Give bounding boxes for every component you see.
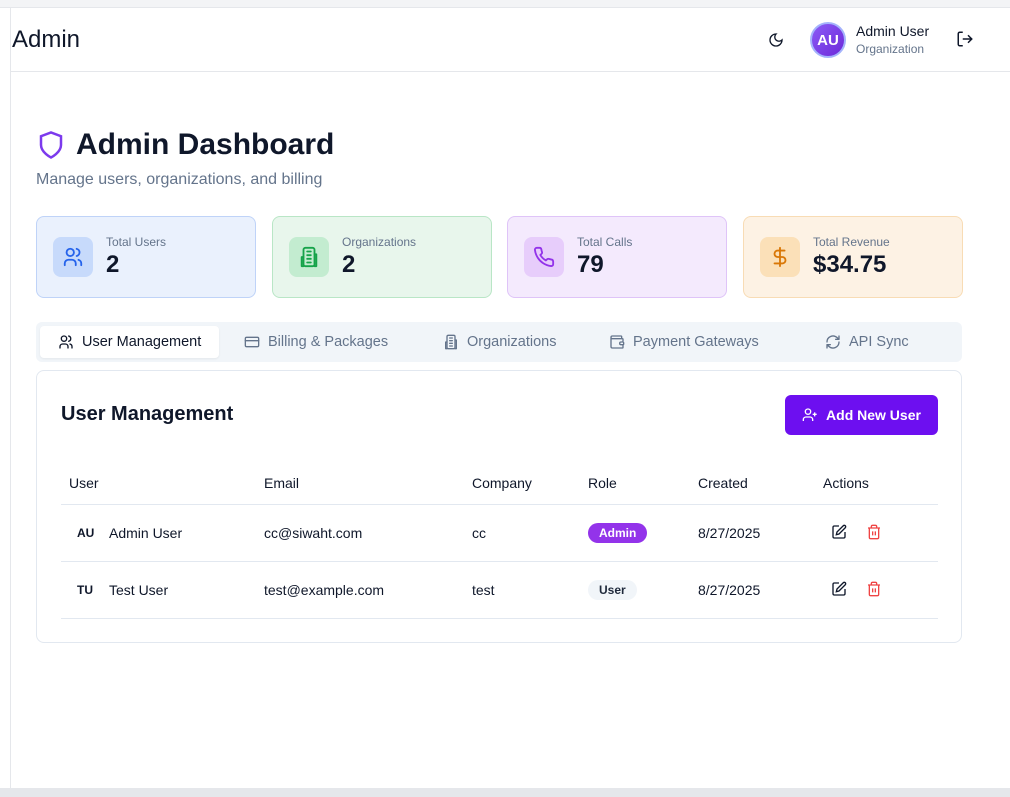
table-row: AU Admin User cc@siwaht.com cc Admin 8/2… xyxy=(61,505,938,562)
stat-value: 2 xyxy=(106,251,120,278)
page-subtitle: Manage users, organizations, and billing xyxy=(36,171,323,188)
tab-label: API Sync xyxy=(849,334,909,350)
stat-card-organizations: Organizations 2 xyxy=(272,216,492,298)
moon-icon xyxy=(769,33,783,47)
user-organization: Organization xyxy=(856,42,925,56)
role-badge: Admin xyxy=(588,523,648,543)
company-cell: cc xyxy=(472,525,486,541)
company-cell: test xyxy=(472,582,495,598)
top-header: Admin AU Admin User Organization xyxy=(11,8,1010,72)
edit-icon xyxy=(832,524,847,539)
dollar-icon xyxy=(773,246,787,268)
add-new-user-button[interactable]: Add New User xyxy=(785,395,938,435)
delete-button[interactable] xyxy=(866,524,882,543)
stat-icon-box xyxy=(53,237,93,277)
stat-value: 2 xyxy=(342,251,356,278)
trash-icon xyxy=(868,581,880,596)
email-cell: test@example.com xyxy=(264,582,385,598)
stat-icon-box xyxy=(289,237,329,277)
edit-button[interactable] xyxy=(831,524,847,543)
column-header-created: Created xyxy=(698,474,748,491)
tab-billing-packages[interactable]: Billing & Packages xyxy=(226,326,406,358)
stat-icon-box xyxy=(524,237,564,277)
stat-card-total-revenue: Total Revenue $34.75 xyxy=(743,216,963,298)
page-title-text: Admin Dashboard xyxy=(76,128,335,161)
tab-bar: User Management Billing & Packages Organ… xyxy=(36,322,962,362)
user-initials: TU xyxy=(77,583,93,597)
stat-card-total-calls: Total Calls 79 xyxy=(507,216,727,298)
column-header-email: Email xyxy=(264,474,300,491)
tab-organizations[interactable]: Organizations xyxy=(425,326,574,358)
credit-card-icon xyxy=(244,336,260,348)
stat-value: $34.75 xyxy=(813,251,887,278)
add-new-user-label: Add New User xyxy=(826,407,921,423)
tab-user-management[interactable]: User Management xyxy=(40,326,220,358)
browser-top-strip xyxy=(0,0,1010,8)
tab-label: Billing & Packages xyxy=(268,334,389,350)
phone-icon xyxy=(534,246,555,267)
theme-toggle-button[interactable] xyxy=(766,30,786,50)
trash-icon xyxy=(868,524,880,539)
table-row: TU Test User test@example.com test User … xyxy=(61,562,938,619)
column-header-role: Role xyxy=(588,474,617,491)
created-cell: 8/27/2025 xyxy=(698,525,761,541)
tab-label: Organizations xyxy=(467,334,557,350)
users-icon xyxy=(59,335,73,349)
user-name-cell: Admin User xyxy=(109,525,183,541)
logout-icon xyxy=(957,31,973,47)
sidebar-edge xyxy=(0,8,11,788)
role-badge: User xyxy=(588,580,637,600)
user-management-panel: User Management Add New User User Email … xyxy=(36,370,962,643)
bottom-strip xyxy=(0,788,1010,797)
avatar[interactable]: AU xyxy=(810,22,846,58)
column-header-company: Company xyxy=(472,474,532,491)
logout-button[interactable] xyxy=(956,30,976,50)
users-icon xyxy=(63,247,83,267)
page-title: Admin Dashboard xyxy=(36,128,334,162)
tab-api-sync[interactable]: API Sync xyxy=(807,326,927,358)
refresh-icon xyxy=(826,335,840,349)
wallet-icon xyxy=(610,335,625,349)
stat-label: Total Revenue xyxy=(813,235,890,249)
user-initials: AU xyxy=(77,526,95,540)
stat-label: Total Users xyxy=(106,235,167,249)
tab-label: Payment Gateways xyxy=(633,334,759,350)
user-name: Admin User xyxy=(856,23,930,39)
header-title: Admin xyxy=(12,25,81,53)
user-name-cell: Test User xyxy=(109,582,169,598)
tab-label: User Management xyxy=(82,334,202,350)
stat-icon-box xyxy=(760,237,800,277)
user-plus-icon xyxy=(802,408,817,421)
table-header: User Email Company Role Created Actions xyxy=(61,461,938,505)
stat-value: 79 xyxy=(577,251,604,278)
email-cell: cc@siwaht.com xyxy=(264,525,363,541)
stat-label: Organizations xyxy=(342,235,417,249)
edit-icon xyxy=(832,581,847,596)
shield-icon xyxy=(39,131,63,159)
panel-title: User Management xyxy=(61,403,234,425)
column-header-actions: Actions xyxy=(823,474,869,491)
tab-payment-gateways[interactable]: Payment Gateways xyxy=(591,326,777,358)
building-icon xyxy=(300,246,318,268)
column-header-user: User xyxy=(69,474,99,491)
stat-card-total-users: Total Users 2 xyxy=(36,216,256,298)
stat-label: Total Calls xyxy=(577,235,633,249)
building-icon xyxy=(445,334,457,350)
created-cell: 8/27/2025 xyxy=(698,582,761,598)
edit-button[interactable] xyxy=(831,581,847,600)
delete-button[interactable] xyxy=(866,581,882,600)
